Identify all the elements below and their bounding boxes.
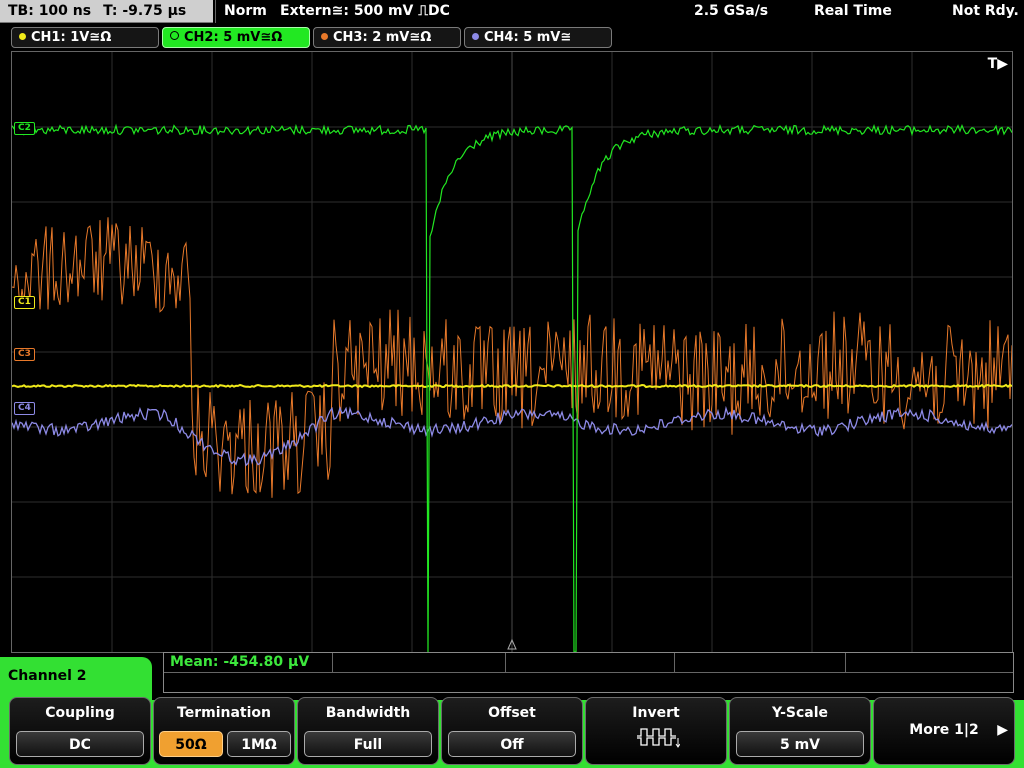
- measurement-cell: [675, 653, 846, 673]
- measurement-cell: [333, 653, 506, 673]
- measurement-panel: Mean: -454.80 µV: [163, 652, 1014, 693]
- divider: [215, 0, 216, 23]
- timebase-box[interactable]: TB: 100 ns T: -9.75 µs: [0, 0, 213, 23]
- channel-menu-label: Channel 2: [0, 657, 152, 701]
- measurement-cell: Mean: -454.80 µV: [164, 653, 333, 673]
- ch3-dot-icon: [321, 33, 328, 40]
- sample-rate: 2.5 GSa/s: [694, 3, 769, 19]
- graticule: [12, 52, 1012, 652]
- offset-softkey[interactable]: Offset Off: [441, 697, 583, 765]
- timebase-label: TB: 100 ns: [8, 3, 92, 19]
- invert-title: Invert: [632, 705, 680, 721]
- tab-ch3[interactable]: CH3: 2 mV≅Ω: [313, 27, 461, 48]
- trigger-time-label: T: -9.75 µs: [103, 3, 187, 19]
- bandwidth-button[interactable]: Full: [304, 731, 432, 757]
- ch4-level-marker[interactable]: C4: [14, 402, 35, 415]
- yscale-button[interactable]: 5 mV: [736, 731, 864, 757]
- yscale-title: Y-Scale: [771, 705, 828, 721]
- channel-tabs: CH1: 1V≅Ω CH2: 5 mV≅Ω CH3: 2 mV≅Ω CH4: 5…: [0, 25, 1024, 49]
- ch4-dot-icon: [472, 33, 479, 40]
- measurement-cell: [846, 653, 1013, 673]
- trigger-source[interactable]: Extern≅: 500 mV ⎍DC: [280, 0, 450, 23]
- mean-value: Mean: -454.80 µV: [170, 654, 310, 670]
- ch2-label: CH2: 5 mV≅Ω: [184, 30, 283, 45]
- measurement-cell: [506, 653, 675, 673]
- bandwidth-title: Bandwidth: [325, 705, 411, 721]
- more-softkey[interactable]: More 1|2 ▶: [873, 697, 1015, 765]
- waveform-plot: [12, 52, 1012, 652]
- bandwidth-softkey[interactable]: Bandwidth Full: [297, 697, 439, 765]
- coupling-title: Coupling: [45, 705, 115, 721]
- trigger-marker: T▶: [987, 56, 1008, 72]
- acquisition-mode: Real Time: [814, 3, 892, 19]
- coupling-button[interactable]: DC: [16, 731, 144, 757]
- more-label: More 1|2: [909, 722, 979, 738]
- termination-50-button[interactable]: 50Ω: [159, 731, 223, 757]
- tab-ch2[interactable]: CH2: 5 mV≅Ω: [162, 27, 310, 48]
- ch2-dot-icon: [170, 31, 179, 40]
- ch2-level-marker[interactable]: C2: [14, 122, 35, 135]
- coupling-softkey[interactable]: Coupling DC: [9, 697, 151, 765]
- more-arrow-icon: ▶: [997, 722, 1008, 738]
- status-bar: TB: 100 ns T: -9.75 µs Norm Extern≅: 500 …: [0, 0, 1024, 24]
- tab-ch1[interactable]: CH1: 1V≅Ω: [11, 27, 159, 48]
- ch1-label: CH1: 1V≅Ω: [31, 30, 112, 45]
- ch1-dot-icon: [19, 33, 26, 40]
- invert-softkey[interactable]: Invert: [585, 697, 727, 765]
- yscale-softkey[interactable]: Y-Scale 5 mV: [729, 697, 871, 765]
- ch1-level-marker[interactable]: C1: [14, 296, 35, 309]
- termination-1m-button[interactable]: 1MΩ: [227, 731, 291, 757]
- termination-title: Termination: [177, 705, 271, 721]
- termination-softkey[interactable]: Termination 50Ω 1MΩ: [153, 697, 295, 765]
- waveform-display[interactable]: T▶ C2 C1 C3 C4: [11, 51, 1013, 653]
- trigger-mode[interactable]: Norm: [224, 0, 267, 23]
- ch4-label: CH4: 5 mV≅: [484, 30, 572, 45]
- invert-waveform-icon: [637, 728, 680, 748]
- offset-button[interactable]: Off: [448, 731, 576, 757]
- acquisition-status: Not Rdy.: [952, 3, 1019, 19]
- ch3-label: CH3: 2 mV≅Ω: [333, 30, 432, 45]
- ch3-level-marker[interactable]: C3: [14, 348, 35, 361]
- tab-ch4[interactable]: CH4: 5 mV≅: [464, 27, 612, 48]
- offset-title: Offset: [488, 705, 536, 721]
